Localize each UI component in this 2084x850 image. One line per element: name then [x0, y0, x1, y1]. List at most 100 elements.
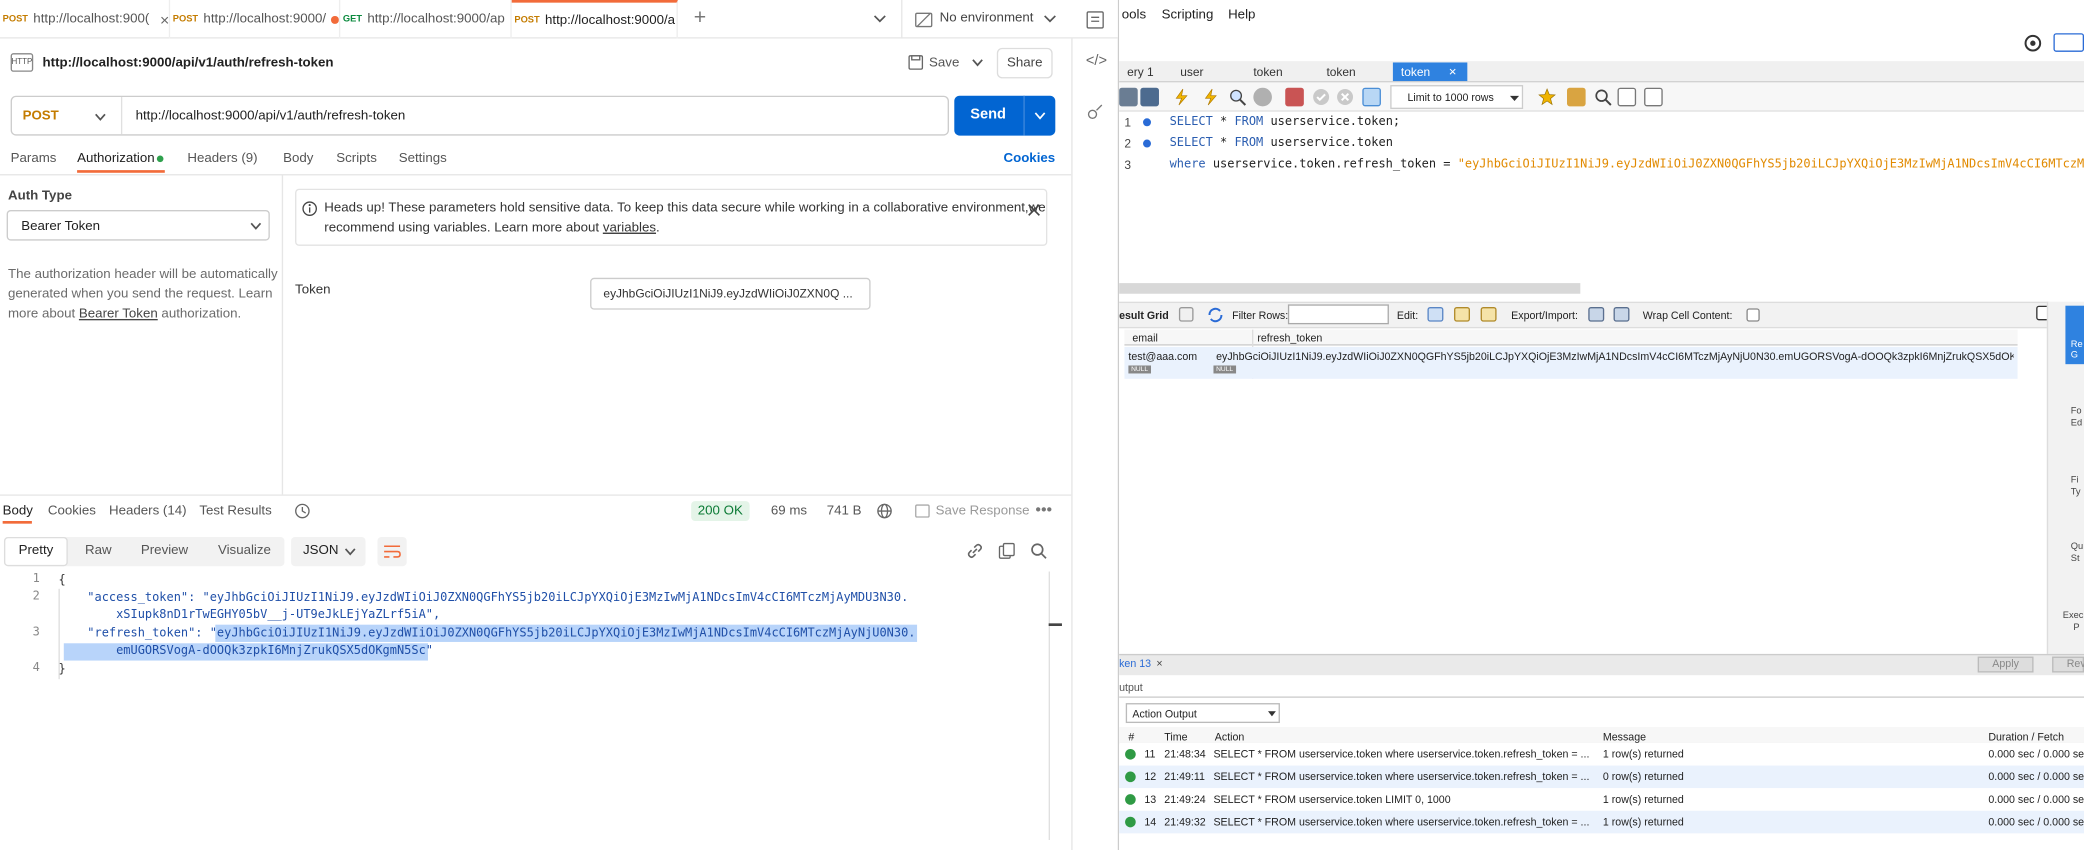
- wrap-lines-icon[interactable]: [1644, 87, 1663, 107]
- menu-scripting[interactable]: Scripting: [1162, 8, 1214, 23]
- autocommit-toggle-icon[interactable]: [1362, 87, 1381, 107]
- new-tab-plus-icon[interactable]: +: [694, 7, 706, 31]
- context-bar-icon[interactable]: [1086, 102, 1105, 121]
- output-row[interactable]: 12 21:49:11 SELECT * FROM userservice.to…: [1119, 765, 2084, 789]
- export-icon[interactable]: [1588, 307, 1605, 322]
- save-script-icon[interactable]: [1140, 87, 1159, 107]
- grid-header-refresh-token[interactable]: refresh_token: [1257, 332, 1322, 344]
- response-tab-body[interactable]: Body: [3, 504, 33, 519]
- view-visualize[interactable]: Visualize: [218, 544, 271, 559]
- request-tab-1[interactable]: POST http://localhost:900( ×: [0, 0, 171, 39]
- response-line-3-wrapped[interactable]: emUGORSVogA-dOOQk3zpkI6MnjZrukQSX5dOKgmN…: [58, 643, 433, 660]
- beautify-broom-icon[interactable]: [1567, 87, 1586, 107]
- filter-rows-input[interactable]: [1287, 304, 1389, 325]
- history-icon[interactable]: [294, 502, 311, 519]
- import-icon[interactable]: [1613, 307, 1630, 322]
- output-row[interactable]: 14 21:49:32 SELECT * FROM userservice.to…: [1119, 810, 2084, 834]
- request-tab-3[interactable]: GET http://localhost:9000/ap: [340, 0, 512, 39]
- share-button[interactable]: Share: [996, 47, 1053, 79]
- close-banner-icon[interactable]: [1027, 203, 1040, 216]
- format-select[interactable]: JSON: [291, 536, 366, 567]
- request-tab-4-active[interactable]: POST http://localhost:9000/a: [511, 0, 678, 39]
- response-line-4[interactable]: }: [58, 662, 65, 679]
- search-icon[interactable]: [1030, 542, 1047, 559]
- close-result-tab-icon[interactable]: ×: [1156, 658, 1162, 670]
- sql-tab-token-2[interactable]: token: [1318, 62, 1391, 81]
- code-snippet-icon[interactable]: </>: [1086, 53, 1107, 69]
- sql-tab-query-1[interactable]: ery 1: [1119, 62, 1175, 81]
- view-preview[interactable]: Preview: [141, 544, 188, 559]
- grid-cell-email[interactable]: test@aaa.com: [1128, 351, 1197, 363]
- grid-header-email[interactable]: email: [1132, 332, 1157, 344]
- status-badge[interactable]: 200 OK: [691, 501, 750, 522]
- edit-row-icon[interactable]: [1427, 307, 1444, 322]
- layout-toggle-icon[interactable]: [2053, 33, 2084, 52]
- editor-horizontal-scrollbar[interactable]: [1119, 283, 1581, 294]
- commit-icon[interactable]: [1312, 88, 1331, 107]
- insert-row-icon[interactable]: [1454, 307, 1470, 322]
- sql-line-2[interactable]: SELECT * FROM userservice.token: [1170, 137, 1393, 150]
- close-tab-icon[interactable]: ×: [160, 10, 169, 29]
- response-tab-test-results[interactable]: Test Results: [199, 504, 271, 519]
- close-tab-icon[interactable]: ×: [1449, 64, 1457, 79]
- toggle-continue-on-error-icon[interactable]: [1285, 87, 1304, 107]
- delete-row-icon[interactable]: [1480, 307, 1497, 322]
- tab-scripts[interactable]: Scripts: [336, 152, 377, 167]
- side-form-editor-label[interactable]: Fo: [2071, 407, 2082, 416]
- view-pretty[interactable]: Pretty: [19, 544, 54, 559]
- grid-cell-refresh-token[interactable]: eyJhbGciOiJIUzI1NiJ9.eyJzdWIiOiJ0ZXN0QGF…: [1216, 351, 2013, 363]
- environment-selector[interactable]: No environment: [940, 11, 1034, 26]
- response-line-2[interactable]: "access_token": "eyJhbGciOiJIUzI1NiJ9.ey…: [58, 590, 908, 607]
- result-tab[interactable]: ken 13 ×: [1119, 658, 1162, 670]
- side-field-types-label[interactable]: Fi: [2071, 476, 2079, 485]
- sql-line-3[interactable]: where userservice.token.refresh_token = …: [1170, 158, 2084, 171]
- method-select[interactable]: POST: [23, 109, 59, 124]
- sql-tab-user[interactable]: user: [1172, 62, 1245, 81]
- response-tab-headers[interactable]: Headers (14): [109, 504, 187, 519]
- menu-help[interactable]: Help: [1228, 8, 1255, 23]
- response-line-3[interactable]: "refresh_token": "eyJhbGciOiJIUzI1NiJ9.e…: [58, 626, 915, 643]
- output-row[interactable]: 11 21:48:34 SELECT * FROM userservice.to…: [1119, 742, 2084, 766]
- cookies-link[interactable]: Cookies: [1003, 152, 1055, 167]
- response-scrollbar-track[interactable]: [1048, 571, 1050, 840]
- output-header-number[interactable]: #: [1128, 731, 1134, 743]
- wrap-lines-button[interactable]: [377, 536, 407, 567]
- response-scrollbar-marker[interactable]: [1048, 623, 1062, 627]
- save-response-button[interactable]: Save Response: [936, 504, 1030, 519]
- tab-params[interactable]: Params: [11, 152, 57, 167]
- sql-tab-token-active[interactable]: token ×: [1392, 62, 1468, 82]
- side-query-stats-label[interactable]: Qu: [2071, 542, 2083, 551]
- sql-line-1[interactable]: SELECT * FROM userservice.token;: [1170, 116, 1400, 129]
- menu-tools[interactable]: ools: [1122, 8, 1146, 23]
- network-globe-icon[interactable]: [876, 502, 893, 519]
- more-options-icon[interactable]: •••: [1035, 500, 1052, 519]
- variables-link[interactable]: variables: [603, 221, 656, 236]
- copy-icon[interactable]: [998, 542, 1015, 559]
- request-tab-2[interactable]: POST http://localhost:9000/: [170, 0, 341, 39]
- explain-magnifier-icon[interactable]: [1228, 88, 1247, 107]
- save-icon[interactable]: [908, 54, 924, 70]
- refresh-icon[interactable]: [1207, 307, 1224, 323]
- apply-button[interactable]: Apply: [1977, 656, 2034, 673]
- rollback-icon[interactable]: [1336, 88, 1355, 107]
- environment-quick-look-icon[interactable]: [1086, 11, 1105, 30]
- execute-current-icon[interactable]: [1202, 88, 1221, 107]
- method-chevron-icon[interactable]: [94, 113, 106, 122]
- tab-settings[interactable]: Settings: [399, 152, 447, 167]
- side-execution-plan-label-2[interactable]: P: [2073, 623, 2079, 632]
- side-form-editor-label-2[interactable]: Ed: [2071, 419, 2082, 428]
- stop-icon[interactable]: [1253, 87, 1272, 107]
- token-input[interactable]: eyJhbGciOiJIUzI1NiJ9.eyJzdWIiOiJ0ZXN0Q .…: [590, 277, 871, 310]
- invisible-chars-icon[interactable]: [1617, 87, 1637, 107]
- output-header-action[interactable]: Action: [1215, 731, 1245, 743]
- tab-body[interactable]: Body: [283, 152, 313, 167]
- send-options-chevron-icon[interactable]: [1034, 112, 1046, 121]
- revert-button[interactable]: Rev: [2052, 656, 2084, 673]
- side-execution-plan-label[interactable]: Exec: [2063, 611, 2084, 620]
- response-line-1[interactable]: {: [58, 573, 65, 590]
- output-header-duration[interactable]: Duration / Fetch: [1988, 731, 2064, 743]
- request-title[interactable]: http://localhost:9000/api/v1/auth/refres…: [43, 56, 334, 71]
- output-type-select[interactable]: Action Output: [1125, 703, 1280, 724]
- execute-lightning-icon[interactable]: [1172, 88, 1191, 107]
- limit-rows-select[interactable]: Limit to 1000 rows: [1390, 85, 1524, 109]
